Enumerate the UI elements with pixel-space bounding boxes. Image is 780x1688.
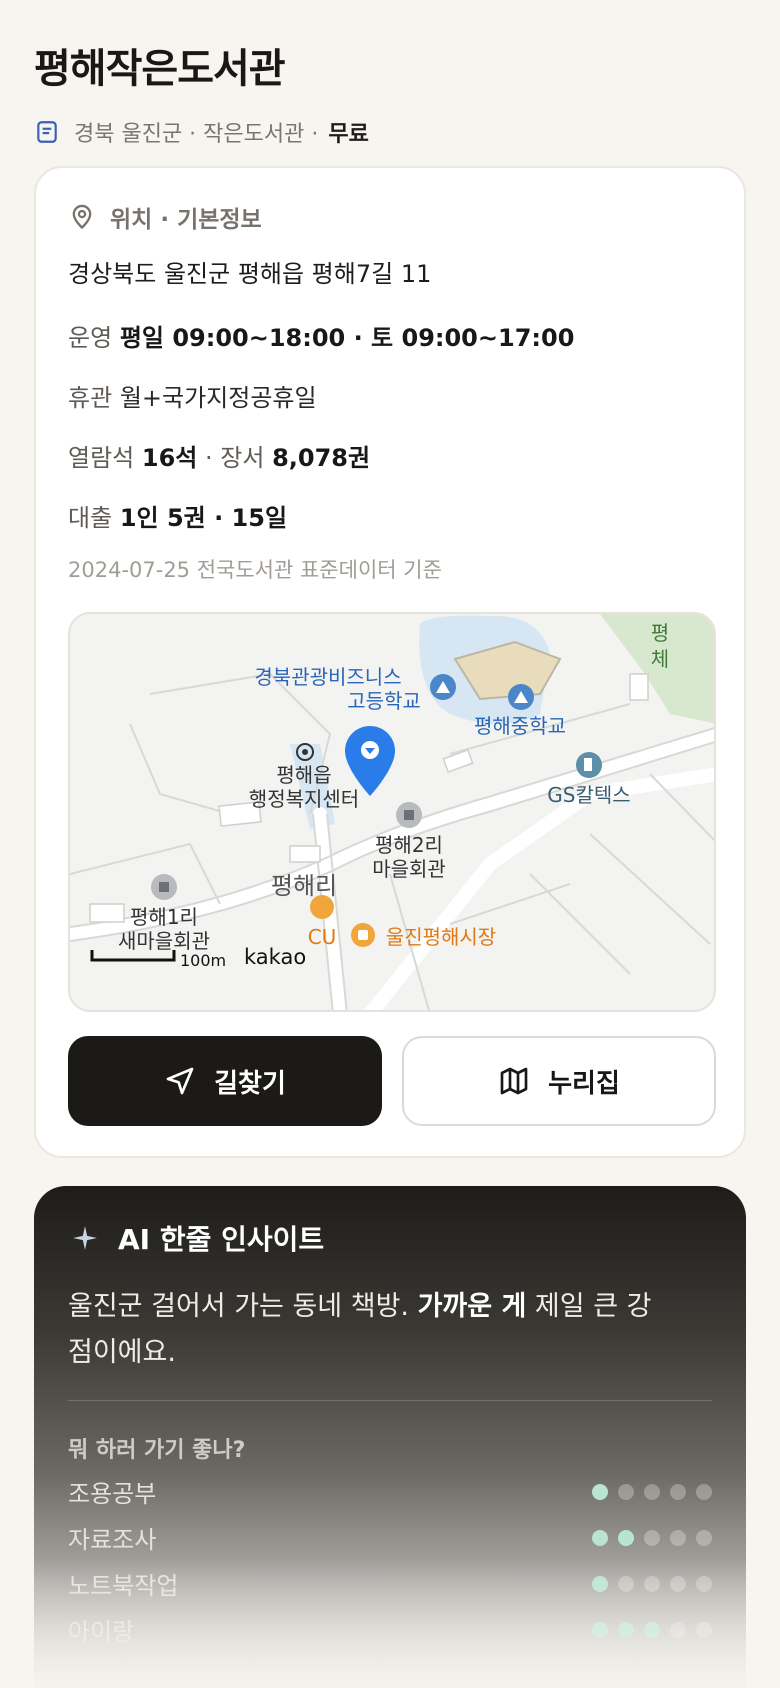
homepage-button[interactable]: 누리집	[402, 1036, 716, 1126]
map-label: CU	[308, 925, 337, 949]
gas-station-icon	[576, 752, 602, 778]
ai-insight-header: AI 한줄 인사이트	[72, 1218, 324, 1258]
map-brand: kakao	[244, 945, 306, 969]
rating-dot-filled	[618, 1621, 634, 1638]
ai-text-bold: 가까운 게	[417, 1291, 527, 1322]
page-title: 평해작은도서관	[34, 46, 286, 92]
rating-dot-empty	[644, 1483, 660, 1500]
books-label: · 장서	[205, 444, 265, 472]
section-title: 위치 · 기본정보	[110, 207, 262, 233]
hours-value: 평일 09:00~18:00 · 토 09:00~17:00	[119, 324, 575, 352]
seats-row: 열람석 16석 · 장서 8,078권	[68, 438, 370, 473]
purpose-question: 뭐 하러 가기 좋나?	[68, 1438, 246, 1463]
rating-row: 자료조사	[68, 1520, 712, 1555]
loan-row: 대출 1인 5권 · 15일	[68, 498, 287, 533]
rating-name: 아이랑	[68, 1618, 135, 1646]
header: 평해작은도서관 경북 울진군 · 작은도서관 · 무료	[34, 36, 746, 148]
map-label: 평해중학교	[474, 714, 566, 738]
map-label: 경북관광비즈니스	[254, 665, 401, 689]
closed-label: 휴관	[68, 384, 113, 412]
hall-icon	[396, 802, 422, 828]
divider	[68, 1400, 712, 1401]
rating-dot-empty	[644, 1575, 660, 1592]
rating-name: 조용공부	[68, 1480, 157, 1508]
meta-text: 경북 울진군 · 작은도서관 ·	[74, 122, 319, 147]
info-card: 위치 · 기본정보 경상북도 울진군 평해읍 평해7길 11 운영 평일 09:…	[34, 166, 746, 1158]
rating-dot-filled	[618, 1529, 634, 1546]
map-label: 새마을회관	[118, 929, 210, 953]
price-badge: 무료	[328, 122, 369, 147]
location-pin-icon	[72, 204, 92, 230]
rating-dot-empty	[644, 1529, 660, 1546]
rating-dot-empty	[696, 1483, 712, 1500]
map-label: 평해1리	[130, 905, 198, 929]
loan-label: 대출	[68, 504, 113, 532]
books-value: 8,078권	[272, 444, 371, 472]
address: 경상북도 울진군 평해읍 평해7길 11	[68, 260, 432, 288]
rating-dots	[592, 1483, 712, 1500]
school-icon	[508, 684, 534, 710]
map-label: GS칼텍스	[547, 783, 630, 807]
data-source: 2024-07-25 전국도서관 표준데이터 기준	[68, 558, 442, 582]
navigation-arrow-icon	[166, 1067, 194, 1095]
rating-dot-empty	[670, 1483, 686, 1500]
school-icon	[430, 674, 456, 700]
map-label: 평해리	[271, 872, 337, 900]
rating-name: 노트북작업	[68, 1572, 179, 1600]
rating-dot-empty	[696, 1575, 712, 1592]
seats-value: 16석	[141, 444, 198, 472]
map-view[interactable]: 경북관광비즈니스 고등학교 평해중학교 평해읍 행정복지센터 GS칼텍스 평해2…	[68, 612, 716, 1012]
rating-row: 아이랑	[68, 1612, 712, 1647]
map-label: 고등학교	[347, 689, 421, 713]
directions-label: 길찾기	[214, 1068, 286, 1099]
map-label: 평해읍	[276, 763, 331, 787]
rating-dots	[592, 1529, 712, 1546]
document-icon	[37, 121, 57, 143]
closed-value: 월+국가지정공휴일	[119, 384, 317, 412]
rating-dot-filled	[592, 1483, 608, 1500]
ai-insight-card: AI 한줄 인사이트 울진군 걸어서 가는 동네 책방. 가까운 게 제일 큰 …	[34, 1186, 746, 1688]
map-label: 마을회관	[372, 857, 446, 881]
ai-text-prefix: 울진군 걸어서 가는 동네 책방.	[68, 1291, 418, 1322]
rating-dot-empty	[618, 1483, 634, 1500]
map-icon	[500, 1067, 528, 1095]
closed-row: 휴관 월+국가지정공휴일	[68, 378, 317, 413]
ai-insight-title: AI 한줄 인사이트	[118, 1223, 325, 1256]
section-header: 위치 · 기본정보	[68, 200, 262, 234]
homepage-label: 누리집	[548, 1068, 620, 1099]
map-label: 체	[651, 647, 669, 671]
rating-dot-filled	[592, 1575, 608, 1592]
rating-dot-filled	[644, 1621, 660, 1638]
map-label: 평	[651, 621, 669, 645]
map-label: 행정복지센터	[249, 787, 359, 811]
hours-label: 운영	[68, 324, 113, 352]
rating-dot-empty	[696, 1621, 712, 1638]
hall-icon	[151, 874, 177, 900]
seats-label: 열람석	[68, 444, 135, 472]
rating-dots	[592, 1575, 712, 1592]
map-label: 울진평해시장	[386, 925, 496, 949]
sparkle-icon	[73, 1226, 97, 1250]
rating-dot-filled	[592, 1529, 608, 1546]
library-meta: 경북 울진군 · 작은도서관 · 무료	[34, 116, 746, 148]
rating-dot-empty	[670, 1575, 686, 1592]
directions-button[interactable]: 길찾기	[68, 1036, 382, 1126]
rating-row: 조용공부	[68, 1474, 712, 1509]
loan-value: 1인 5권 · 15일	[119, 504, 288, 532]
rating-dot-filled	[592, 1621, 608, 1638]
rating-dot-empty	[670, 1621, 686, 1638]
rating-dot-empty	[696, 1529, 712, 1546]
rating-dot-empty	[670, 1529, 686, 1546]
rating-dot-empty	[618, 1575, 634, 1592]
hours-row: 운영 평일 09:00~18:00 · 토 09:00~17:00	[68, 318, 574, 353]
rating-row: 노트북작업	[68, 1566, 712, 1601]
rating-name: 자료조사	[68, 1526, 157, 1554]
market-icon	[351, 923, 375, 947]
map-label: 평해2리	[375, 833, 443, 857]
scale-label: 100m	[180, 951, 226, 970]
ai-insight-text: 울진군 걸어서 가는 동네 책방. 가까운 게 제일 큰 강점이에요.	[68, 1284, 668, 1376]
map-canvas[interactable]: 경북관광비즈니스 고등학교 평해중학교 평해읍 행정복지센터 GS칼텍스 평해2…	[70, 614, 716, 1012]
rating-dots	[592, 1621, 712, 1638]
